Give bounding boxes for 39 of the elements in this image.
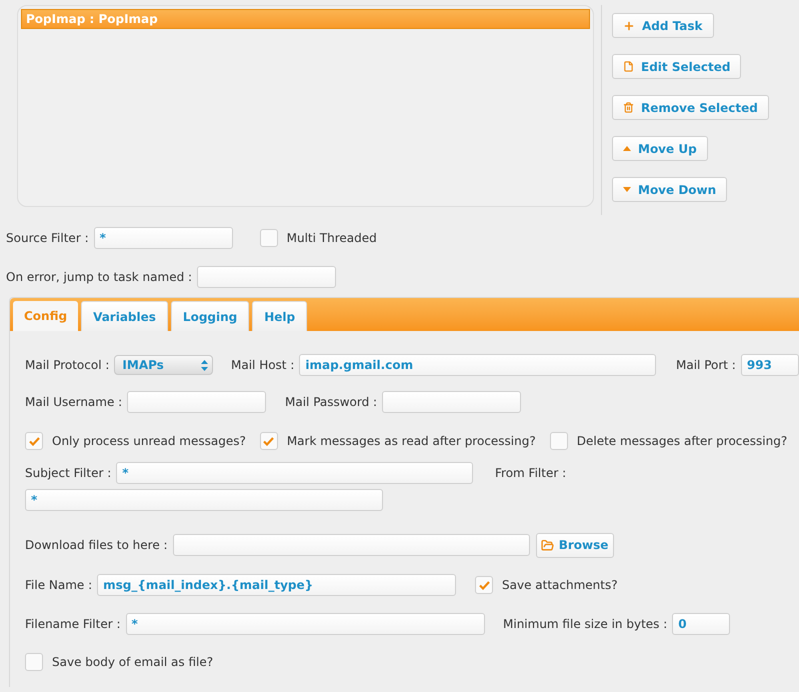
checkbox-label: Only process unread messages? xyxy=(52,433,246,450)
input-field[interactable]: imap.gmail.com xyxy=(299,354,656,376)
tab[interactable]: Config xyxy=(13,301,78,331)
action-button[interactable]: Remove Selected xyxy=(612,95,769,120)
field-label: Source Filter : xyxy=(6,230,89,247)
field-label: Mail Username : xyxy=(25,394,122,411)
action-button[interactable]: Move Down xyxy=(612,177,728,202)
field-label: Mail Port : xyxy=(676,357,736,374)
field-label: Minimum file size in bytes : xyxy=(503,616,668,633)
field-label: Mail Password : xyxy=(285,394,378,411)
action-button[interactable]: Add Task xyxy=(612,13,714,38)
input-field[interactable]: * xyxy=(25,489,383,511)
field-label: Filename Filter : xyxy=(25,616,121,633)
task-list-item[interactable]: PopImap : PopImap xyxy=(21,9,590,29)
tab[interactable]: Logging xyxy=(170,301,250,331)
field-label: Mail Host : xyxy=(231,357,294,374)
field-label: On error, jump to task named : xyxy=(6,269,192,286)
checkbox-label: Delete messages after processing? xyxy=(576,433,788,450)
protocol-select[interactable]: IMAPs xyxy=(114,355,214,375)
field-label: From Filter : xyxy=(495,465,566,482)
field-label: Download files to here : xyxy=(25,537,168,554)
field-label: Mail Protocol : xyxy=(25,357,110,374)
tab[interactable]: Help xyxy=(252,301,308,331)
action-button[interactable]: Edit Selected xyxy=(612,54,742,79)
action-button[interactable]: Move Up xyxy=(612,136,708,161)
checkbox-label: Save attachments? xyxy=(502,577,618,594)
browse-button[interactable]: Browse xyxy=(536,532,614,558)
input-field[interactable]: * xyxy=(94,227,233,249)
field-label: Subject Filter : xyxy=(25,465,112,482)
tab[interactable]: Variables xyxy=(81,301,168,331)
checkbox-label: Mark messages as read after processing? xyxy=(286,433,536,450)
input-field[interactable]: * xyxy=(126,613,485,635)
checkbox-label: Save body of email as file? xyxy=(52,654,214,671)
input-field[interactable]: 0 xyxy=(672,613,730,635)
checkbox-label: Multi Threaded xyxy=(286,230,377,247)
input-field[interactable]: msg_{mail_index}.{mail_type} xyxy=(97,574,456,596)
input-field[interactable]: * xyxy=(116,462,474,484)
input-field[interactable]: 993 xyxy=(740,354,799,376)
field-label: File Name : xyxy=(25,577,92,594)
